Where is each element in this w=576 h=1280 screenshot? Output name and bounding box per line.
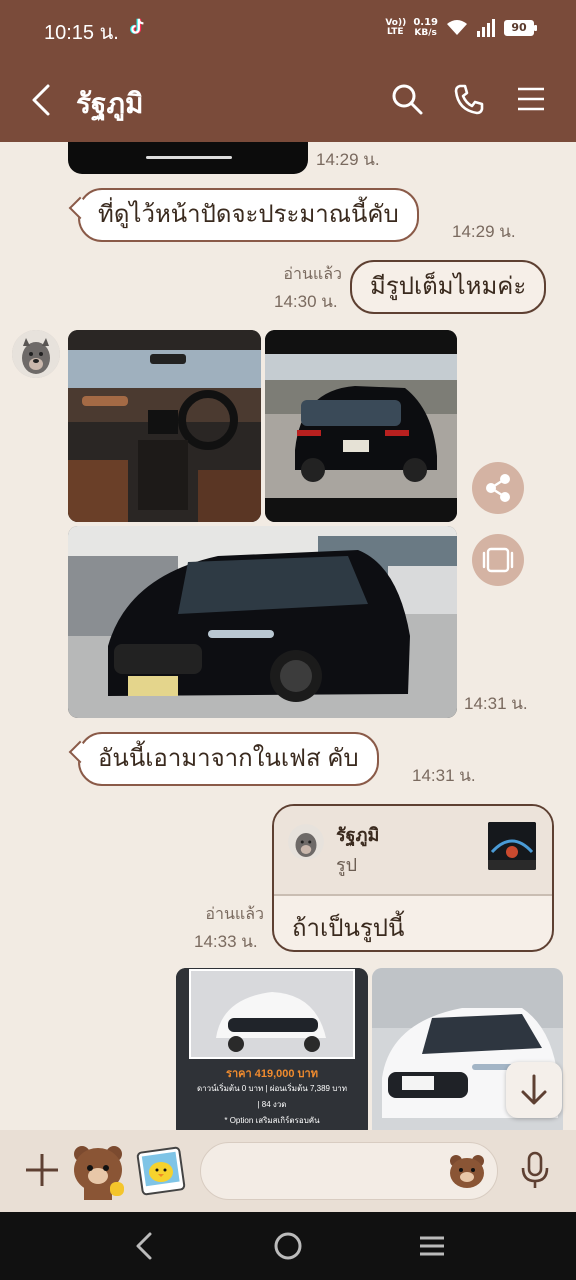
status-time: 10:15 น. (44, 22, 119, 44)
previous-image[interactable] (68, 142, 308, 174)
car-interior-image (68, 330, 261, 522)
top-bar: 10:15 น. Vo)) LTE 0.19 KB/s 90 รัฐภูมิ (0, 0, 576, 142)
speed-indicator: 0.19 KB/s (413, 17, 438, 39)
reply-avatar (288, 824, 324, 860)
car-interior-photo[interactable] (68, 330, 261, 522)
message-field[interactable] (200, 1142, 498, 1200)
car-rear-photo[interactable] (265, 330, 457, 522)
plus-icon[interactable] (24, 1152, 60, 1188)
album-icon (482, 547, 514, 573)
reply-type-label: รูป (336, 855, 358, 875)
reply-thumbnail (488, 822, 536, 870)
dashboard-thumbnail-image (488, 822, 536, 870)
read-receipt: อ่านแล้ว (283, 266, 342, 283)
menu-icon[interactable] (514, 82, 548, 116)
speed-unit: KB/s (414, 28, 437, 38)
brown-bear-sticker-icon (74, 1146, 124, 1200)
ad-line2: | 84 งวด (257, 1100, 287, 1109)
wifi-icon (447, 20, 467, 35)
album-button[interactable] (472, 534, 524, 586)
sally-sticker-button[interactable] (136, 1146, 186, 1196)
message-input-bar (0, 1130, 576, 1212)
ad-line3: * Option เสริมสเกิร์ตรอบคัน (224, 1116, 320, 1125)
battery-indicator: 90 (504, 20, 537, 36)
message-text: ถ้าเป็นรูปนี้ (292, 915, 405, 942)
nav-back-icon[interactable] (128, 1230, 160, 1262)
signal-icon (477, 19, 495, 37)
message-input[interactable] (221, 1157, 441, 1187)
chat-title: รัฐภูมิ (76, 88, 144, 119)
chat-header: รัฐภูมิ (0, 62, 576, 138)
message-text: อันนี้เอามาจากในเฟส คับ (98, 745, 359, 772)
system-nav-bar (0, 1212, 576, 1280)
ad-line1: ดาวน์เริ่มต้น 0 บาท | ผ่อนเริ่มต้น 7,389… (196, 1084, 348, 1093)
car-ad-photo[interactable]: ราคา 419,000 บาท ดาวน์เริ่มต้น 0 บาท | ผ… (176, 968, 368, 1130)
emoji-bear-icon[interactable] (447, 1151, 487, 1191)
message-bubble[interactable]: ที่ดูไว้หน้าปัดจะประมาณนี้คับ (78, 188, 419, 242)
arrow-down-icon (521, 1074, 547, 1105)
reply-sender-name: รัฐภูมิ (336, 825, 380, 845)
search-icon[interactable] (390, 82, 424, 116)
car-rear-image (265, 330, 457, 522)
message-bubble-sent[interactable]: มีรูปเต็มไหมค่ะ (350, 260, 547, 314)
message-time: 14:29 น. (316, 150, 380, 169)
microphone-icon[interactable] (518, 1150, 552, 1190)
read-receipt: อ่านแล้ว (205, 906, 264, 923)
car-front-image (68, 526, 457, 718)
message-time: 14:31 น. (412, 766, 476, 785)
message-time: 14:30 น. (274, 292, 338, 311)
ad-price: ราคา 419,000 บาท (226, 1068, 318, 1080)
car-front-photo[interactable] (68, 526, 457, 718)
nav-home-icon[interactable] (272, 1230, 304, 1262)
sally-chick-sticker-icon (136, 1146, 186, 1196)
message-bubble[interactable]: อันนี้เอามาจากในเฟส คับ (78, 732, 379, 786)
message-time: 14:33 น. (194, 932, 258, 951)
dog-avatar-icon (12, 330, 60, 378)
network-indicator: Vo)) LTE (385, 18, 407, 37)
phone-icon[interactable] (452, 82, 486, 116)
reply-quote[interactable]: รัฐภูมิ รูป (274, 806, 552, 896)
status-right: Vo)) LTE 0.19 KB/s 90 (385, 16, 537, 40)
share-icon (486, 474, 510, 502)
message-time: 14:29 น. (452, 222, 516, 241)
message-time: 14:31 น. (464, 694, 528, 713)
status-bar: 10:15 น. Vo)) LTE 0.19 KB/s 90 (0, 0, 576, 56)
message-text: ที่ดูไว้หน้าปัดจะประมาณนี้คับ (98, 201, 399, 228)
back-arrow-icon[interactable] (26, 80, 56, 120)
message-text: มีรูปเต็มไหมค่ะ (370, 273, 527, 300)
share-button[interactable] (472, 462, 524, 514)
brown-sticker-button[interactable] (70, 1142, 126, 1200)
dog-avatar-icon (288, 824, 324, 860)
tiktok-icon (130, 18, 144, 34)
chat-area[interactable]: 14:29 น. ที่ดูไว้หน้าปัดจะประมาณนี้คับ 1… (0, 142, 576, 1130)
scroll-down-button[interactable] (506, 1062, 562, 1118)
avatar[interactable] (12, 330, 60, 378)
nav-recents-icon[interactable] (416, 1230, 448, 1262)
reply-message[interactable]: รัฐภูมิ รูป ถ้าเป็นรูปนี้ (272, 804, 554, 952)
speed-value: 0.19 (413, 17, 438, 28)
